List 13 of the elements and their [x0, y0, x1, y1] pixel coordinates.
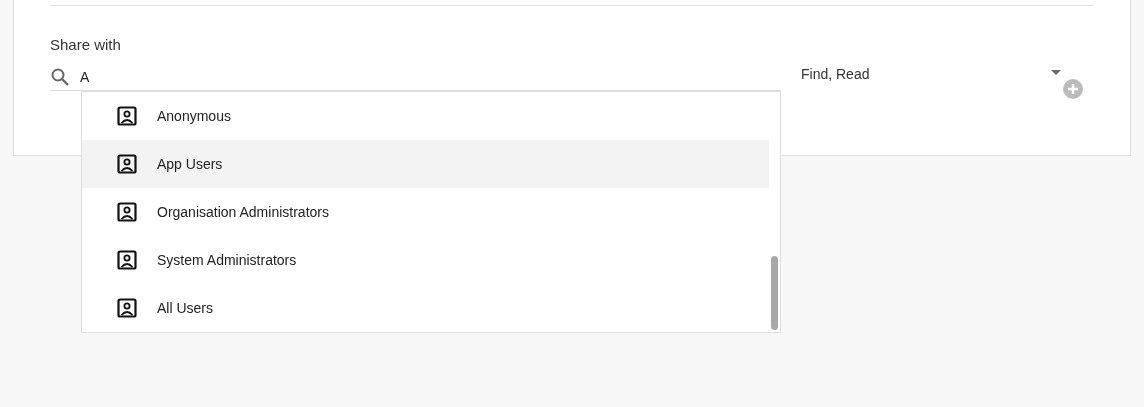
contact-icon — [117, 154, 137, 174]
contact-icon — [117, 106, 137, 126]
permission-select[interactable]: Find, Read — [801, 63, 1061, 89]
contact-icon — [117, 298, 137, 318]
contact-icon — [117, 250, 137, 270]
scrollbar[interactable] — [771, 256, 778, 330]
dropdown-option[interactable]: App Users — [82, 140, 769, 188]
share-with-label: Share with — [50, 36, 122, 53]
add-icon[interactable] — [1063, 79, 1083, 99]
caret-icon — [1051, 70, 1061, 76]
contact-icon — [117, 202, 137, 222]
search-field[interactable]: A — [80, 68, 730, 85]
search-icon — [50, 66, 70, 87]
